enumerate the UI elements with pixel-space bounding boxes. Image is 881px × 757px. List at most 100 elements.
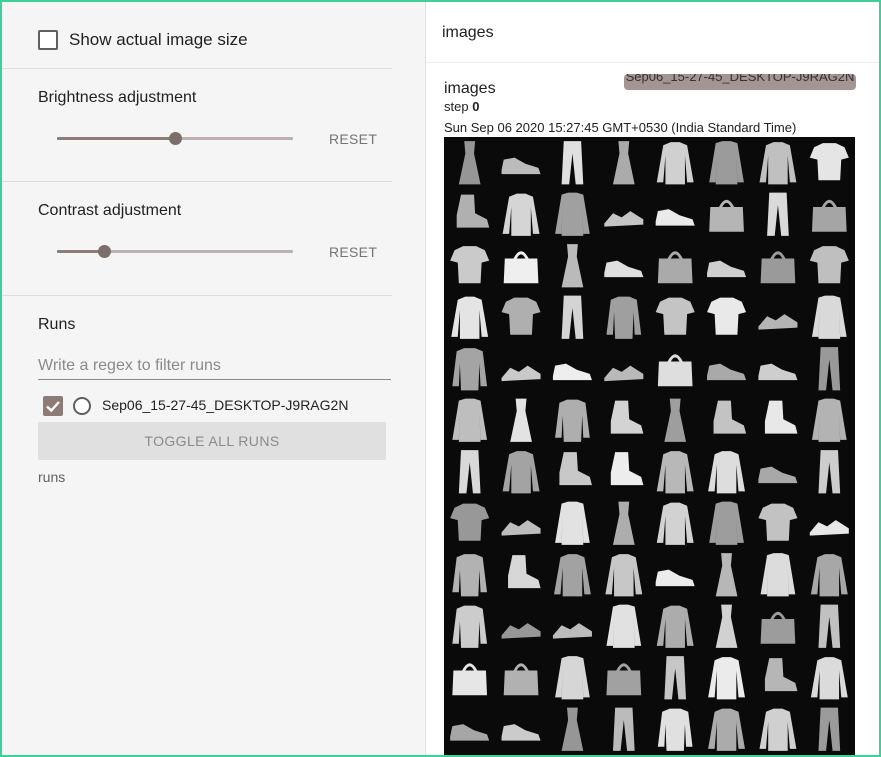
grid-item-sandal <box>758 314 798 330</box>
grid-item-dress <box>561 244 584 288</box>
grid-item-shirt <box>452 605 488 648</box>
grid-item-sandal <box>501 365 541 382</box>
grid-item-pullover <box>502 451 540 494</box>
grid-item-shirt <box>452 348 488 391</box>
step-value: 0 <box>472 99 480 114</box>
grid-item-pullover <box>451 296 489 339</box>
grid-item-bag <box>452 663 488 696</box>
grid-item-pullover <box>759 708 797 751</box>
divider <box>2 295 392 296</box>
category-header[interactable]: images <box>442 24 494 42</box>
main-panel: images images Sep06_15-27-45_DESKTOP-J9R… <box>426 2 879 755</box>
brightness-slider-thumb[interactable] <box>169 132 182 145</box>
grid-item-sandal <box>501 623 541 639</box>
grid-item-bag <box>760 251 796 284</box>
grid-item-coat <box>811 295 847 339</box>
grid-item-trouser <box>818 347 841 391</box>
grid-item-coat <box>452 398 488 442</box>
grid-item-pullover <box>656 605 694 648</box>
grid-item-trouser <box>612 707 635 751</box>
grid-item-coat <box>555 501 590 545</box>
grid-item-coat <box>811 398 847 442</box>
step-label: step <box>444 99 469 114</box>
grid-item-sandal <box>809 520 849 536</box>
brightness-slider-fill <box>57 137 175 140</box>
divider <box>2 68 392 69</box>
contrast-reset-button[interactable]: RESET <box>329 244 377 260</box>
grid-item-tshirt <box>809 246 849 284</box>
grid-item-trouser <box>767 192 789 236</box>
grid-item-tshirt <box>450 503 490 541</box>
grid-item-dress <box>715 604 738 648</box>
divider <box>2 181 392 182</box>
grid-item-shirt <box>452 554 488 597</box>
grid-item-tshirt <box>501 297 541 335</box>
grid-item-ankle-boot <box>456 194 490 228</box>
grid-item-ankle-boot <box>764 400 798 434</box>
grid-item-coat <box>606 604 642 648</box>
grid-item-ankle-boot <box>610 400 644 434</box>
grid-item-bag <box>503 251 539 284</box>
grid-item-tshirt <box>655 297 695 335</box>
brightness-reset-button[interactable]: RESET <box>329 131 377 147</box>
grid-item-sneaker <box>450 724 490 741</box>
grid-item-dress <box>612 501 635 545</box>
run-radio-button[interactable] <box>73 397 91 415</box>
show-actual-size-label: Show actual image size <box>69 30 248 49</box>
brightness-title: Brightness adjustment <box>38 89 197 106</box>
image-grid-canvas <box>450 141 849 751</box>
grid-item-sneaker <box>604 260 644 278</box>
grid-item-bag <box>760 611 796 644</box>
grid-item-tshirt <box>707 297 747 335</box>
grid-item-ankle-boot <box>559 452 592 486</box>
grid-item-ankle-boot <box>508 555 541 589</box>
grid-item-sneaker <box>758 363 798 381</box>
grid-item-pullover <box>708 451 745 494</box>
grid-item-trouser <box>664 656 687 700</box>
grid-item-bag <box>657 354 693 387</box>
grid-item-coat <box>760 553 796 597</box>
grid-item-trouser <box>818 450 841 494</box>
grid-item-dress <box>664 398 687 442</box>
grid-item-ankle-boot <box>764 658 798 692</box>
grid-item-bag <box>657 251 693 284</box>
contrast-slider-thumb[interactable] <box>98 245 111 258</box>
card-title: images <box>444 80 496 97</box>
grid-item-pullover <box>656 502 694 545</box>
grid-item-sandal <box>552 623 592 639</box>
grid-item-sandal <box>604 211 644 227</box>
grid-item-sneaker <box>655 569 695 587</box>
grid-item-trouser <box>458 450 481 494</box>
grid-item-dress <box>612 141 635 185</box>
grid-item-pullover <box>656 451 694 494</box>
grid-item-trouser <box>561 295 584 339</box>
grid-item-pullover <box>554 554 591 597</box>
grid-item-shirt <box>555 399 590 442</box>
grid-item-sneaker <box>758 466 798 484</box>
grid-item-sneaker <box>501 157 541 175</box>
checkmark-icon <box>46 401 60 413</box>
runs-title: Runs <box>38 316 76 333</box>
show-actual-size-checkbox[interactable] <box>38 30 58 50</box>
grid-item-dress <box>715 553 738 597</box>
grid-item-tshirt <box>450 246 490 284</box>
grid-item-bag <box>503 663 539 696</box>
grid-item-dress <box>561 707 584 751</box>
divider <box>426 62 879 63</box>
run-filter-input[interactable] <box>38 352 391 380</box>
contrast-slider-fill <box>57 250 104 253</box>
grid-item-pullover <box>759 142 797 185</box>
grid-item-coat <box>709 141 744 185</box>
grid-item-trouser <box>561 141 584 185</box>
contrast-title: Contrast adjustment <box>38 202 182 219</box>
grid-item-bag <box>709 199 744 232</box>
grid-item-tshirt <box>758 503 798 541</box>
toggle-all-runs-button[interactable]: TOGGLE ALL RUNS <box>38 422 386 460</box>
grid-item-ankle-boot <box>610 452 644 486</box>
image-grid[interactable] <box>444 137 855 755</box>
grid-item-shirt <box>657 708 693 751</box>
grid-item-tshirt <box>809 143 849 181</box>
grid-item-sneaker <box>501 724 541 741</box>
run-checkbox[interactable] <box>43 396 63 416</box>
grid-item-pullover <box>810 657 848 700</box>
